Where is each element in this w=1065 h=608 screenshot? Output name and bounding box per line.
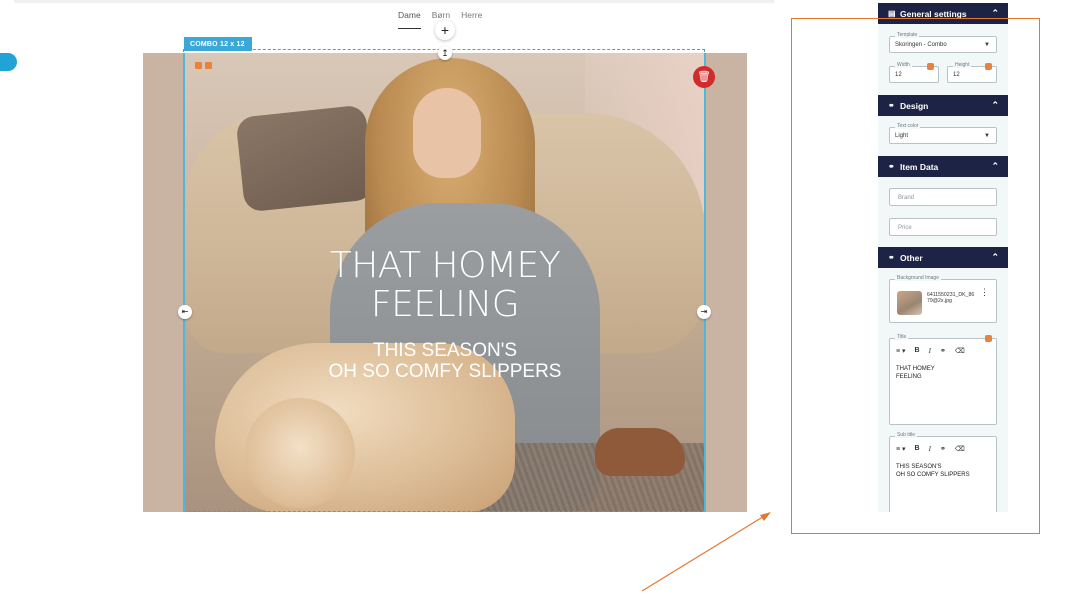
drag-handle-icon[interactable]: ↥ [438,46,452,60]
trash-icon[interactable]: 🗑 [693,66,715,88]
annotation-highlight-box [791,18,1040,534]
left-edge-indicator[interactable] [0,53,17,71]
section-title: General settings [900,8,967,19]
block-type-badge: COMBO 12 x 12 [184,37,252,51]
mobile-icon[interactable] [195,62,202,69]
block-subtitle[interactable]: THIS SEASON'S OH SO COMFY SLIPPERS [185,340,705,382]
sliders-icon: ▤ [888,8,896,18]
annotation-arrow [641,512,771,592]
tab-herre[interactable]: Herre [461,10,482,29]
top-divider [14,0,774,3]
tab-dame[interactable]: Dame [398,10,421,29]
plus-icon[interactable]: + [435,20,455,40]
block-title[interactable]: THAT HOMEY FEELING [185,246,705,324]
desktop-icon[interactable] [205,62,212,69]
block-status-icons [195,62,212,69]
